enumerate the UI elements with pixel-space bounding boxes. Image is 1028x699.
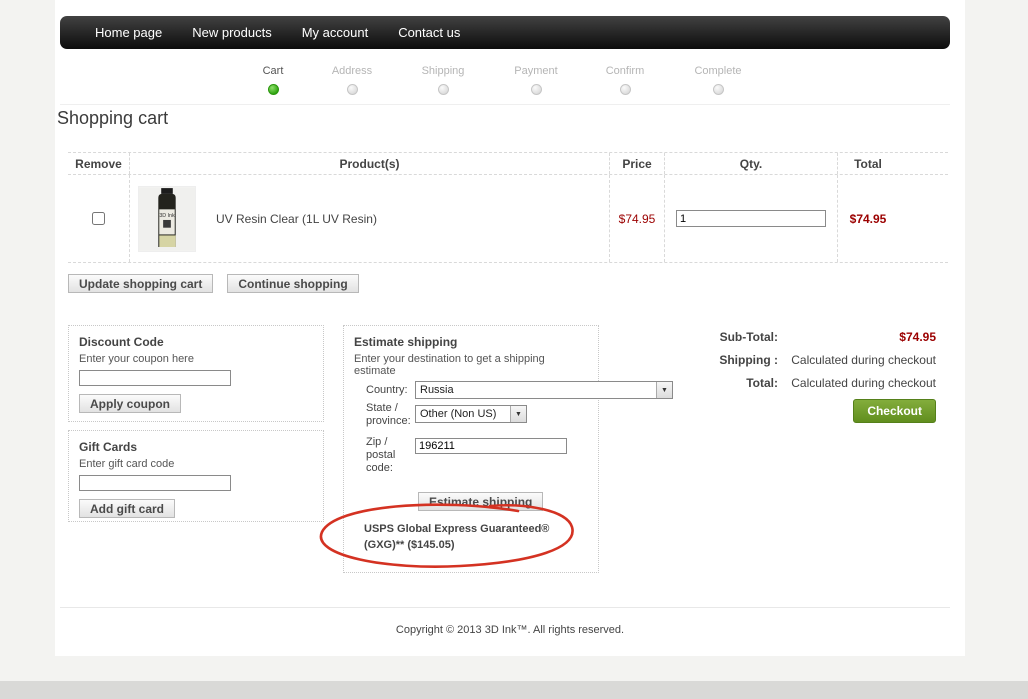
progress-step-dot	[531, 84, 542, 95]
order-totals: Sub-Total: $74.95 Shipping : Calculated …	[690, 330, 936, 423]
nav-item-my-account[interactable]: My account	[302, 25, 368, 40]
progress-step-payment: Payment	[491, 65, 581, 95]
progress-step-dot	[620, 84, 631, 95]
bottom-strip	[0, 681, 1028, 699]
country-select[interactable]: Russia ▼	[415, 381, 673, 399]
chevron-down-icon: ▼	[510, 406, 526, 422]
zip-postal-label: Zip / postal code:	[366, 436, 406, 475]
product-image-label: 3D Ink	[159, 213, 175, 219]
progress-step-shipping: Shipping	[398, 65, 488, 95]
state-province-select[interactable]: Other (Non US) ▼	[415, 405, 527, 423]
cart-buttons: Update shopping cart Continue shopping	[68, 274, 359, 293]
product-price: $74.95	[610, 175, 665, 262]
shipping-result-line1: USPS Global Express Guaranteed®	[364, 521, 549, 537]
discount-hint: Enter your coupon here	[79, 353, 313, 365]
subtotal-label: Sub-Total:	[690, 330, 778, 344]
gift-cards-title: Gift Cards	[79, 440, 313, 454]
quantity-input[interactable]	[676, 210, 826, 227]
product-name-link[interactable]: UV Resin Clear (1L UV Resin)	[216, 212, 377, 226]
discount-code-box: Discount Code Enter your coupon here App…	[68, 325, 324, 422]
product-bottle-illustration: 3D Ink	[139, 187, 195, 251]
progress-step-cart: Cart	[228, 65, 318, 95]
column-header-remove: Remove	[68, 153, 130, 174]
total-row: Total: Calculated during checkout	[690, 376, 936, 390]
column-header-qty: Qty.	[665, 153, 838, 174]
shipping-label: Shipping :	[690, 353, 778, 367]
progress-step-dot-active	[268, 84, 279, 95]
progress-step-confirm: Confirm	[580, 65, 670, 95]
progress-step-dot	[713, 84, 724, 95]
subtotal-value: $74.95	[778, 330, 936, 344]
shipping-row: Shipping : Calculated during checkout	[690, 353, 936, 367]
column-header-price: Price	[610, 153, 665, 174]
column-header-product: Product(s)	[130, 153, 610, 174]
total-label: Total:	[690, 376, 778, 390]
update-cart-button[interactable]: Update shopping cart	[68, 274, 213, 293]
checkout-button[interactable]: Checkout	[853, 399, 936, 423]
cart-table: Remove Product(s) Price Qty. Total 3D In…	[68, 152, 948, 263]
country-select-value: Russia	[416, 384, 656, 396]
cart-row: 3D Ink UV Resin Clear (1L UV Resin) $74.…	[68, 175, 948, 262]
apply-coupon-button[interactable]: Apply coupon	[79, 394, 181, 413]
shopping-cart-page: Home page New products My account Contac…	[0, 0, 1028, 699]
footer-divider	[60, 607, 950, 608]
estimate-shipping-box: Estimate shipping Enter your destination…	[343, 325, 599, 573]
discount-title: Discount Code	[79, 335, 313, 349]
shipping-estimate-result: USPS Global Express Guaranteed® (GXG)** …	[364, 521, 549, 553]
gift-card-code-input[interactable]	[79, 475, 231, 491]
remove-checkbox[interactable]	[92, 212, 105, 225]
subtotal-row: Sub-Total: $74.95	[690, 330, 936, 344]
progress-step-dot	[347, 84, 358, 95]
progress-step-address: Address	[307, 65, 397, 95]
estimate-shipping-title: Estimate shipping	[354, 335, 588, 349]
coupon-code-input[interactable]	[79, 370, 231, 386]
progress-step-label: Address	[307, 65, 397, 77]
estimate-shipping-hint: Enter your destination to get a shipping…	[354, 353, 588, 377]
progress-step-label: Shipping	[398, 65, 488, 77]
row-total: $74.95	[838, 175, 948, 262]
state-select-value: Other (Non US)	[416, 408, 510, 420]
footer-copyright: Copyright © 2013 3D Ink™. All rights res…	[55, 624, 965, 636]
product-image[interactable]: 3D Ink	[138, 186, 196, 252]
column-header-total: Total	[838, 153, 948, 174]
progress-step-complete: Complete	[673, 65, 763, 95]
progress-step-label: Cart	[228, 65, 318, 77]
state-province-label: State / province:	[366, 402, 418, 428]
add-gift-card-button[interactable]: Add gift card	[79, 499, 175, 518]
gift-cards-hint: Enter gift card code	[79, 458, 313, 470]
chevron-down-icon: ▼	[656, 382, 672, 398]
cart-table-header: Remove Product(s) Price Qty. Total	[68, 153, 948, 175]
progress-step-dot	[438, 84, 449, 95]
progress-step-label: Payment	[491, 65, 581, 77]
progress-step-label: Confirm	[580, 65, 670, 77]
progress-divider	[60, 104, 950, 105]
progress-step-label: Complete	[673, 65, 763, 77]
nav-item-new-products[interactable]: New products	[192, 25, 271, 40]
shipping-value: Calculated during checkout	[778, 353, 936, 367]
shipping-result-line2: (GXG)** ($145.05)	[364, 537, 549, 553]
continue-shopping-button[interactable]: Continue shopping	[227, 274, 358, 293]
nav-item-home-page[interactable]: Home page	[95, 25, 162, 40]
main-nav: Home page New products My account Contac…	[60, 16, 950, 49]
country-label: Country:	[366, 384, 408, 397]
total-value: Calculated during checkout	[778, 376, 936, 390]
page-title: Shopping cart	[57, 108, 168, 129]
estimate-shipping-button[interactable]: Estimate shipping	[418, 492, 543, 511]
gift-cards-box: Gift Cards Enter gift card code Add gift…	[68, 430, 324, 522]
nav-item-contact-us[interactable]: Contact us	[398, 25, 460, 40]
zip-postal-input[interactable]	[415, 438, 567, 454]
